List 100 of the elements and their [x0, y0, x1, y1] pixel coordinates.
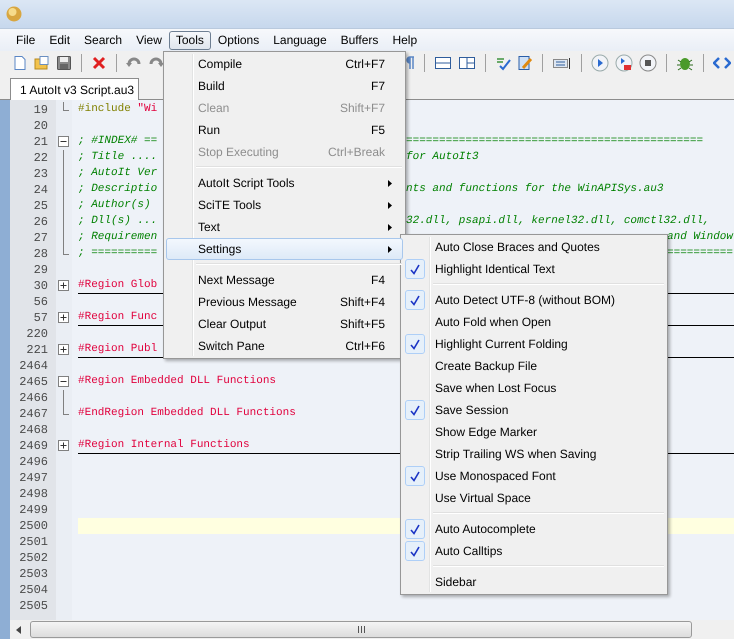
submenu-item[interactable]: SciTE Tools [166, 194, 403, 216]
menu-item[interactable]: Use Virtual Space [403, 487, 665, 509]
fold-line [63, 390, 64, 406]
fold-collapse-icon[interactable] [58, 376, 69, 387]
new-file-icon[interactable] [12, 55, 28, 71]
menu-item[interactable]: Build F7 [166, 75, 403, 97]
menu-item[interactable]: Highlight Identical Text [403, 258, 665, 280]
submenu-arrow-icon [388, 202, 392, 208]
line-number: 56 [32, 294, 49, 310]
split-vertical-icon[interactable] [458, 55, 476, 71]
menu-title[interactable]: Search [77, 30, 130, 50]
menu-item[interactable]: Auto Fold when Open [403, 311, 665, 333]
play-icon[interactable] [615, 54, 633, 72]
menu-item[interactable]: Run F5 [166, 119, 403, 141]
menu-title[interactable]: View [129, 30, 169, 50]
line-number: 28 [32, 246, 49, 262]
code-line: #Region Embedded DLL Functions [78, 374, 276, 389]
edit-brush-icon[interactable] [517, 55, 533, 71]
code-line: #Region Publ [78, 342, 158, 357]
text-box-icon[interactable] [552, 55, 572, 71]
split-horizontal-icon[interactable] [434, 55, 452, 71]
menu-title[interactable]: Edit [42, 30, 78, 50]
fold-expand-icon[interactable] [58, 280, 69, 291]
fold-expand-icon[interactable] [58, 440, 69, 451]
code-line: ; #INDEX# == [78, 134, 158, 149]
menu-title[interactable]: Help [385, 30, 424, 50]
line-number: 2501 [18, 534, 49, 550]
submenu-item[interactable]: Text [166, 216, 403, 238]
fold-end-line [63, 406, 69, 415]
pilcrow-icon[interactable] [405, 55, 415, 71]
line-number: 29 [32, 262, 49, 278]
menu-item[interactable]: Strip Trailing WS when Saving [403, 443, 665, 465]
open-folder-icon[interactable] [34, 55, 50, 71]
menu-item[interactable]: Highlight Current Folding [403, 333, 665, 355]
play-icon[interactable] [591, 54, 609, 72]
code-line: ; Descriptio [78, 182, 158, 197]
line-number: 23 [32, 166, 49, 182]
submenu-item[interactable]: AutoIt Script Tools [166, 172, 403, 194]
code-line: ; Dll(s) ... [78, 214, 158, 229]
submenu-item[interactable]: Settings [166, 238, 403, 260]
code-brackets-icon[interactable] [713, 55, 731, 71]
line-number: 22 [32, 150, 49, 166]
fold-expand-icon[interactable] [58, 344, 69, 355]
menu-item[interactable]: Create Backup File [403, 355, 665, 377]
menu-item[interactable]: Show Edge Marker [403, 421, 665, 443]
line-number: 2503 [18, 566, 49, 582]
line-number: 2465 [18, 374, 49, 390]
menu-item[interactable]: Switch Pane Ctrl+F6 [166, 335, 403, 357]
fold-expand-icon[interactable] [58, 312, 69, 323]
code-line: #EndRegion Embedded DLL Functions [78, 406, 296, 421]
scrollbar-thumb[interactable] [30, 621, 692, 638]
menu-item[interactable]: Auto Detect UTF-8 (without BOM) [403, 289, 665, 311]
line-number: 2505 [18, 598, 49, 614]
line-number: 220 [25, 326, 49, 342]
code-comment: ========== [667, 246, 734, 261]
menu-item[interactable]: Save when Lost Focus [403, 377, 665, 399]
code-line: #Region Func [78, 310, 158, 325]
line-number: 27 [32, 230, 49, 246]
line-number: 2497 [18, 470, 49, 486]
code-comment: nts and functions for the WinAPISys.au3 [406, 182, 664, 197]
fold-end-line [63, 246, 69, 255]
code-line: ; Requiremen [78, 230, 158, 245]
line-number: 19 [32, 102, 49, 118]
menu-title[interactable]: File [9, 30, 42, 50]
menu-title[interactable]: Tools [168, 30, 211, 50]
line-number: 2499 [18, 502, 49, 518]
fold-collapse-icon[interactable] [58, 136, 69, 147]
line-number: 2496 [18, 454, 49, 470]
menu-item[interactable]: Sidebar [403, 571, 665, 593]
spell-check-icon[interactable] [495, 55, 511, 71]
line-number: 2502 [18, 550, 49, 566]
grip-icon [358, 626, 364, 633]
menu-item[interactable]: Auto Autocomplete [403, 518, 665, 540]
menu-item[interactable]: Auto Calltips [403, 540, 665, 562]
menu-title[interactable]: Language [266, 30, 334, 50]
line-number: 2500 [18, 518, 49, 534]
menu-item[interactable]: Use Monospaced Font [403, 465, 665, 487]
code-line: ; AutoIt Ver [78, 166, 158, 181]
menu-item[interactable]: Next Message F4 [166, 269, 403, 291]
file-tab[interactable]: 1 AutoIt v3 Script.au3 [10, 78, 140, 100]
line-number: 57 [32, 310, 49, 326]
line-number: 20 [32, 118, 49, 134]
menu-title[interactable]: Buffers [334, 30, 386, 50]
menu-item[interactable]: Auto Close Braces and Quotes [403, 236, 665, 258]
line-number: 2498 [18, 486, 49, 502]
line-number: 2464 [18, 358, 49, 374]
menu-item[interactable]: Previous Message Shift+F4 [166, 291, 403, 313]
code-comment: ============================================= [406, 134, 704, 149]
code-line: ; Title .... [78, 150, 158, 165]
menu-item[interactable]: Clear Output Shift+F5 [166, 313, 403, 335]
code-line: #include "Wi [78, 102, 158, 117]
menu-item[interactable]: Save Session [403, 399, 665, 421]
code-line: #Region Glob [78, 278, 158, 293]
close-icon[interactable] [91, 55, 107, 71]
submenu-arrow-icon [388, 224, 392, 230]
line-number: 2468 [18, 422, 49, 438]
save-icon[interactable] [56, 55, 72, 71]
line-number: 26 [32, 214, 49, 230]
stop-icon[interactable] [639, 54, 657, 72]
menu-title[interactable]: Options [210, 30, 266, 50]
